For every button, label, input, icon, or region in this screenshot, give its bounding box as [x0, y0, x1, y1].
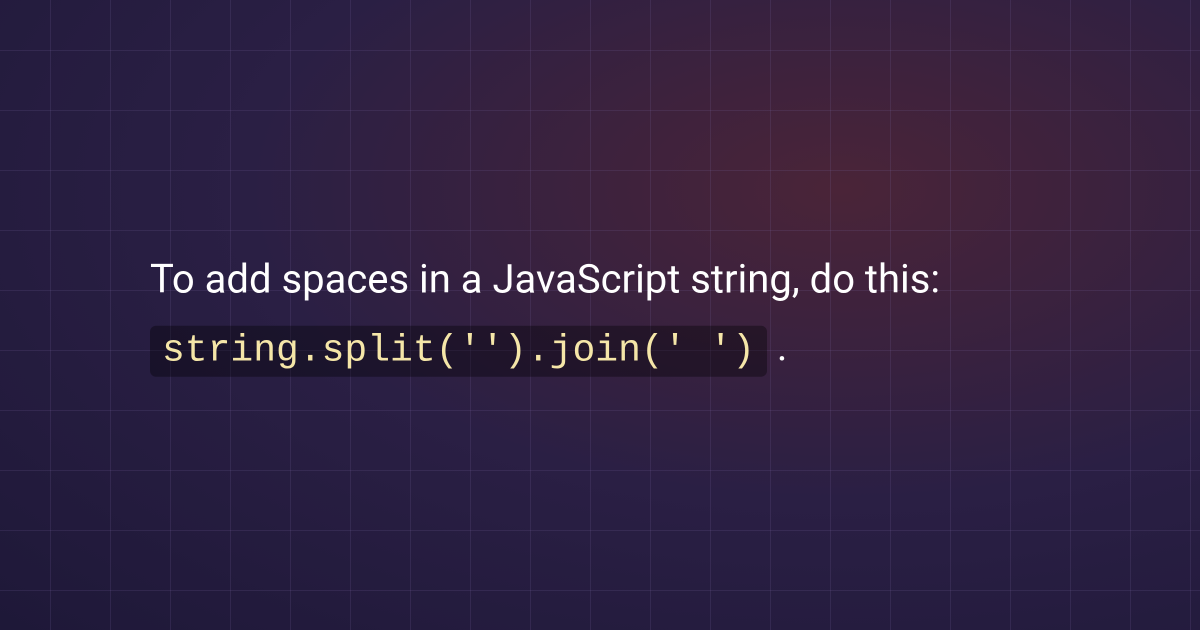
instruction-prefix: To add spaces in a JavaScript string, do… [150, 256, 940, 303]
code-snippet: string.split('').join(' ') [150, 326, 767, 377]
main-content: To add spaces in a JavaScript string, do… [150, 246, 1050, 385]
instruction-text: To add spaces in a JavaScript string, do… [150, 246, 1050, 385]
instruction-suffix: . [767, 324, 787, 371]
